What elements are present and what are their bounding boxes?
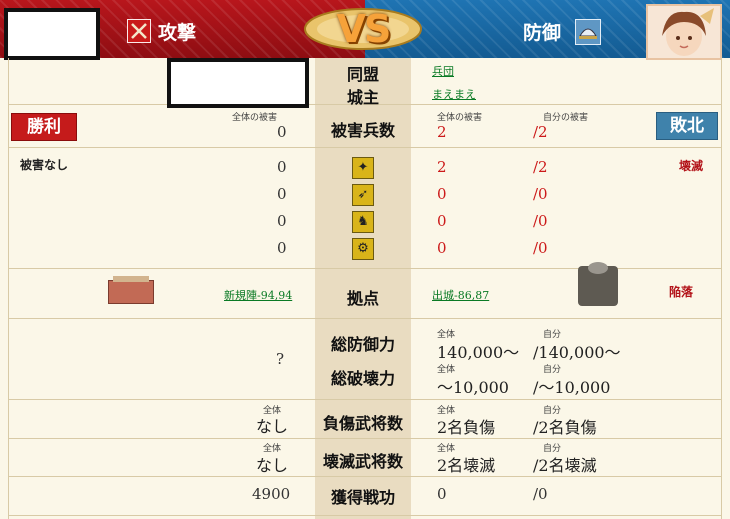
helmet-icon xyxy=(575,19,601,45)
unit-row-attacker: 0 xyxy=(277,239,287,257)
base-label: 拠点 xyxy=(346,289,379,308)
spearman-icon: ✦ xyxy=(352,157,374,179)
unit-row-attacker: 0 xyxy=(277,185,287,203)
damage-label: 被害兵数 xyxy=(330,121,395,140)
destroy-power-label: 総破壊力 xyxy=(330,369,395,388)
attacker-base-link[interactable]: 新規陣-94,94 xyxy=(224,287,292,303)
destroy-own-value: /〜10,000 xyxy=(533,378,611,397)
attacker-unit-note: 被害なし xyxy=(20,158,69,172)
attacker-alliance-redacted xyxy=(167,58,309,108)
unit-row-attacker: 0 xyxy=(277,212,287,230)
frame-right xyxy=(721,58,722,519)
vs-text: VS xyxy=(336,7,392,51)
attacker-fort-icon xyxy=(108,276,154,304)
general-portrait xyxy=(646,4,722,60)
unit-row-def-total: 0 xyxy=(437,239,447,257)
attacker-injured-value: なし xyxy=(256,417,289,436)
merit-label: 獲得戦功 xyxy=(330,488,395,507)
siege-icon: ⚙ xyxy=(352,238,374,260)
def-total-damage-value: 2 xyxy=(437,123,447,141)
attacker-damage-value: 0 xyxy=(277,123,287,141)
defender-alliance-link[interactable]: 兵団 xyxy=(432,63,454,79)
divider xyxy=(8,399,722,400)
unit-row-def-total: 0 xyxy=(437,185,447,203)
attacker-power-value: ? xyxy=(276,350,285,368)
divider xyxy=(8,318,722,319)
divider xyxy=(8,438,722,439)
horse-icon: ♞ xyxy=(352,211,374,233)
injured-label: 負傷武将数 xyxy=(322,414,403,433)
defender-base-link[interactable]: 出城-86,87 xyxy=(432,287,489,303)
divider xyxy=(8,515,722,516)
frame-left xyxy=(8,58,9,519)
defender-label: 防御 xyxy=(523,22,562,44)
win-badge: 勝利 xyxy=(11,113,77,141)
attacker-destroyed-value: なし xyxy=(256,456,289,475)
injured-own-value: /2名負傷 xyxy=(533,418,597,437)
def-total-damage-caption: 全体の被害 xyxy=(437,113,483,123)
destroyed-label: 壊滅武将数 xyxy=(322,452,403,471)
destroy-total-value: 〜10,000 xyxy=(437,378,509,397)
vs-emblem: VS xyxy=(303,3,423,55)
battle-report: 攻撃 VS 防御 同盟 兵団 城主 まえまえ 勝利 全体の被害 0 被害兵数 全… xyxy=(0,0,730,519)
merit-total-value: 0 xyxy=(437,485,447,503)
destroyed-total-value: 2名壊滅 xyxy=(437,456,496,475)
attacker-name-redacted xyxy=(4,8,100,60)
battle-header: 攻撃 VS 防御 xyxy=(0,0,730,60)
unit-row-def-total: 0 xyxy=(437,212,447,230)
defense-power-label: 総防御力 xyxy=(330,335,395,354)
def-own-damage-value: /2 xyxy=(533,123,548,141)
unit-row-def-own: /2 xyxy=(533,158,548,176)
divider xyxy=(8,476,722,477)
defender-unit-note: 壊滅 xyxy=(679,159,704,173)
unit-row-def-total: 2 xyxy=(437,158,447,176)
injured-total-value: 2名負傷 xyxy=(437,418,496,437)
bow-icon: ➶ xyxy=(352,184,374,206)
defender-base-status: 陥落 xyxy=(669,285,694,299)
lord-label: 城主 xyxy=(346,88,379,107)
unit-row-attacker: 0 xyxy=(277,158,287,176)
attacker-label: 攻撃 xyxy=(158,22,197,44)
unit-row-def-own: /0 xyxy=(533,185,548,203)
def-own-damage-caption: 自分の被害 xyxy=(543,113,589,123)
attacker-merit-value: 4900 xyxy=(252,485,291,503)
crossed-swords-icon xyxy=(127,19,151,43)
merit-own-value: /0 xyxy=(533,485,548,503)
unit-row-def-own: /0 xyxy=(533,239,548,257)
defender-lord-link[interactable]: まえまえ xyxy=(432,86,476,102)
destroyed-own-value: /2名壊滅 xyxy=(533,456,597,475)
lose-badge: 敗北 xyxy=(656,112,718,140)
defense-total-value: 140,000〜 xyxy=(437,343,520,362)
attacker-damage-caption: 全体の被害 xyxy=(232,113,278,123)
divider xyxy=(8,147,722,148)
alliance-label: 同盟 xyxy=(346,65,379,84)
defender-castle-icon xyxy=(578,262,618,306)
defense-own-value: /140,000〜 xyxy=(533,343,621,362)
unit-row-def-own: /0 xyxy=(533,212,548,230)
